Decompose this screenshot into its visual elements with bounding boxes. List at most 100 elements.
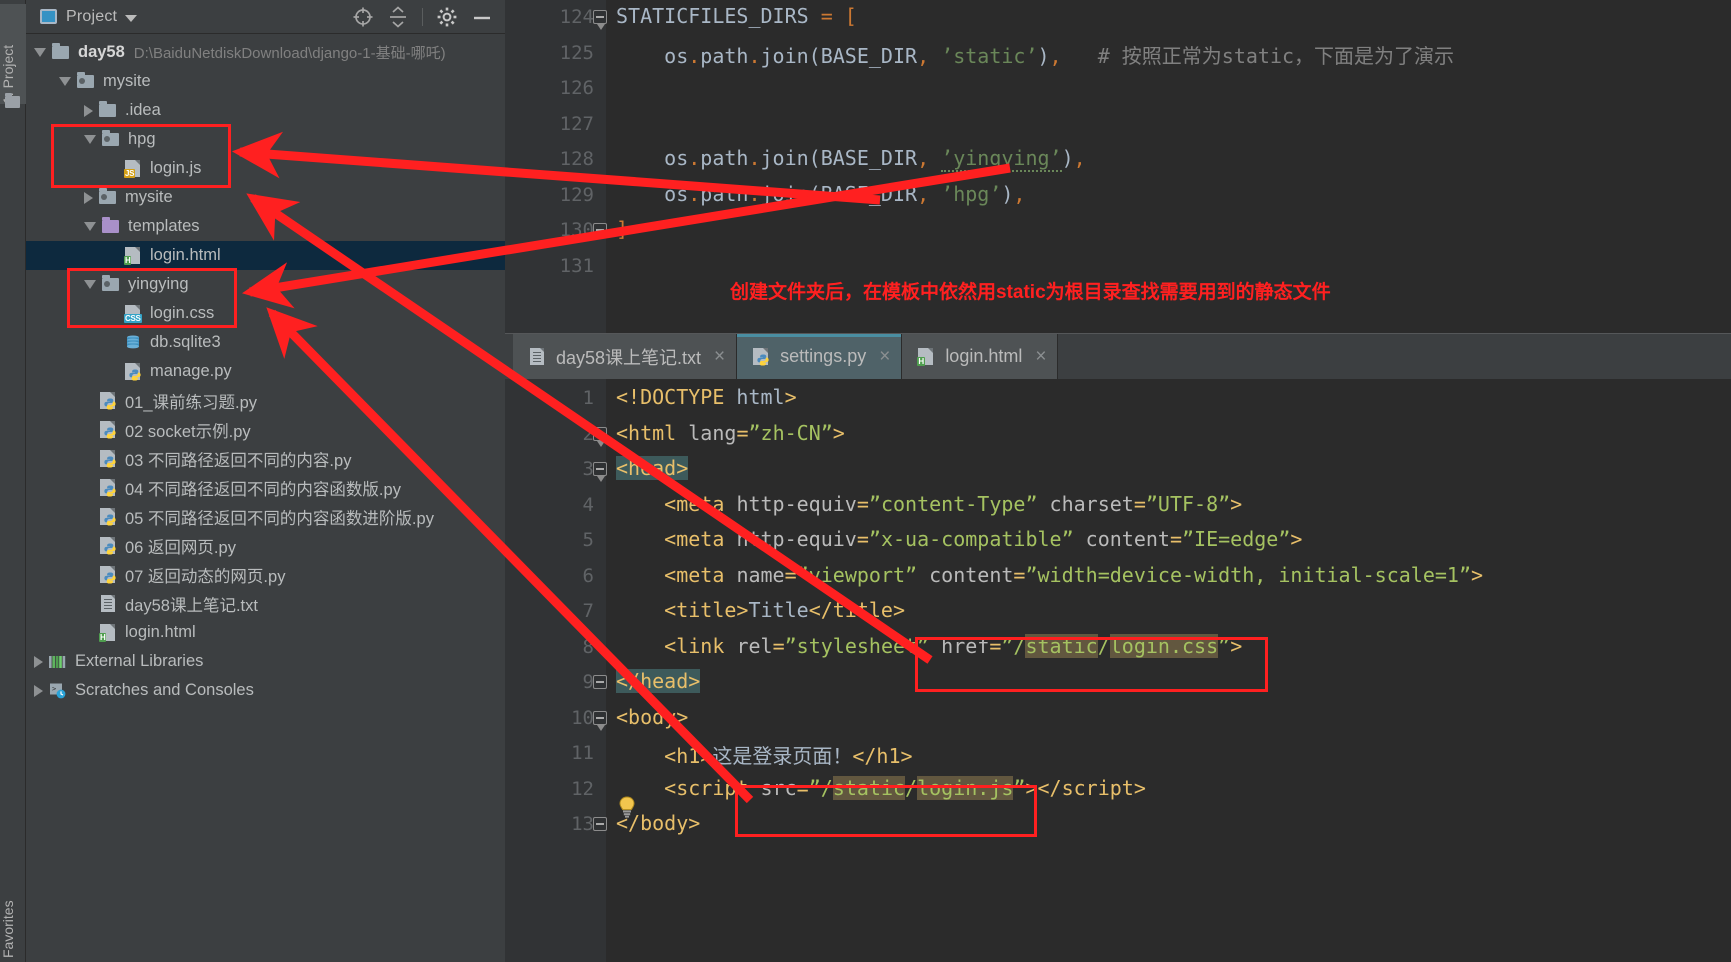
file-py-icon xyxy=(98,478,118,497)
chevron-down-icon[interactable] xyxy=(125,14,138,22)
code-line: <script src=”/static/login.js”></script> xyxy=(664,775,1146,800)
code-fold-toggle[interactable] xyxy=(593,710,607,731)
code-line: STATICFILES_DIRS = [ xyxy=(616,4,857,28)
chevron-down-icon[interactable] xyxy=(84,280,96,289)
project-tree[interactable]: day58 D:\BaiduNetdiskDownload\django-1-基础… xyxy=(26,34,505,705)
chevron-right-icon[interactable] xyxy=(34,684,43,697)
line-number: 6 xyxy=(582,564,594,587)
tree-row[interactable]: JS login.js xyxy=(26,154,505,183)
editor-tab-label: day58课上笔记.txt xyxy=(556,347,702,368)
tree-row-label: yingying xyxy=(128,275,189,293)
line-number: 8 xyxy=(582,635,594,658)
chevron-right-icon[interactable] xyxy=(34,655,43,668)
tree-row-label: db.sqlite3 xyxy=(150,333,221,351)
code-line: os.path.join(BASE_DIR, ’hpg’), xyxy=(616,181,1026,206)
tree-row-label: mysite xyxy=(125,188,173,206)
intention-bulb-icon[interactable] xyxy=(618,796,636,818)
tree-row-label: .idea xyxy=(125,101,161,119)
tree-row[interactable]: mysite xyxy=(26,67,505,96)
tree-row[interactable]: 06 返回网页.py xyxy=(26,531,505,560)
folder-purple-icon xyxy=(101,217,121,236)
tree-row[interactable]: 03 不同路径返回不同的内容.py xyxy=(26,444,505,473)
tree-row[interactable]: 05 不同路径返回不同的内容函数进阶版.py xyxy=(26,502,505,531)
tree-row[interactable]: 02 socket示例.py xyxy=(26,415,505,444)
code-line: <!DOCTYPE html> xyxy=(616,385,797,409)
gear-icon[interactable] xyxy=(436,6,458,28)
tree-row[interactable]: CSS login.css xyxy=(26,299,505,328)
tree-row-label: mysite xyxy=(103,72,151,90)
tree-row[interactable]: templates xyxy=(26,212,505,241)
tree-row[interactable]: mysite xyxy=(26,183,505,212)
collapse-all-icon[interactable] xyxy=(387,5,409,28)
tree-row[interactable]: 07 返回动态的网页.py xyxy=(26,560,505,589)
tree-row[interactable]: day58 D:\BaiduNetdiskDownload\django-1-基础… xyxy=(26,38,505,67)
code-fold-toggle[interactable] xyxy=(593,10,607,30)
code-fold-toggle[interactable] xyxy=(593,462,607,482)
line-number: 12 xyxy=(571,777,594,800)
ide-window: 1: Project Favorites Project day58 D:\Ba… xyxy=(0,0,1731,962)
project-icon xyxy=(40,9,57,24)
code-fold-toggle[interactable] xyxy=(593,817,607,831)
code-fold-toggle[interactable] xyxy=(593,675,607,689)
tree-row[interactable]: Hlogin.html xyxy=(26,241,505,270)
tree-row-path: D:\BaiduNetdiskDownload\django-1-基础-哪吒) xyxy=(133,45,446,62)
tool-button-favorites[interactable]: Favorites xyxy=(0,866,26,958)
tree-row[interactable]: manage.py xyxy=(26,357,505,386)
file-py-icon xyxy=(98,391,118,410)
tree-row[interactable]: .idea xyxy=(26,96,505,125)
line-number: 10 xyxy=(571,706,594,729)
tree-row[interactable]: hpg xyxy=(26,125,505,154)
code-fold-toggle[interactable] xyxy=(593,223,607,237)
code-line: <head> xyxy=(616,456,689,480)
close-icon[interactable]: × xyxy=(714,346,725,368)
tree-row[interactable]: 01_课前练习题.py xyxy=(26,386,505,415)
close-icon[interactable]: × xyxy=(879,346,890,368)
close-icon[interactable]: × xyxy=(1035,346,1046,368)
tree-row[interactable]: > Scratches and Consoles xyxy=(26,676,505,705)
project-panel-header: Project xyxy=(26,0,505,34)
code-line: <meta name=”viewport” content=”width=dev… xyxy=(664,562,1484,587)
line-number: 11 xyxy=(571,742,594,764)
tree-row[interactable]: db.sqlite3 xyxy=(26,328,505,357)
tree-row[interactable]: 04 不同路径返回不同的内容函数版.py xyxy=(26,473,505,502)
tree-row-label: 07 返回动态的网页.py xyxy=(125,567,286,586)
tool-button-project[interactable]: 1: Project xyxy=(0,4,26,104)
folder-module-icon xyxy=(98,188,118,207)
editor-gutter-bottom: 1 2 3 4 5 6 7 8 9 10 11 12 13 xyxy=(505,379,607,962)
code-line: <html lang=”zh-CN”> xyxy=(616,420,845,445)
editor-tab-bar[interactable]: day58课上笔记.txt × settings.py × Hlogin.html × xyxy=(505,334,1731,379)
editor-tab[interactable]: settings.py × xyxy=(737,334,903,379)
editor-tab[interactable]: day58课上笔记.txt × xyxy=(513,334,738,379)
target-icon[interactable] xyxy=(352,6,374,28)
chevron-right-icon[interactable] xyxy=(84,191,93,204)
line-number: 131 xyxy=(559,254,594,277)
tree-row[interactable]: yingying xyxy=(26,270,505,299)
chevron-right-icon[interactable] xyxy=(84,104,93,117)
editor-code-bottom[interactable]: <!DOCTYPE html> <html lang=”zh-CN”> <head>… xyxy=(606,379,1731,962)
editor-settings-py[interactable]: 124 125 126 127 128 129 130 131 STATICFILES_DIR… xyxy=(505,0,1731,333)
editor-tab[interactable]: Hlogin.html × xyxy=(902,334,1059,379)
line-number: 4 xyxy=(582,493,594,516)
minimize-icon[interactable] xyxy=(471,6,493,28)
project-tool-window: Project day58 D:\BaiduNetdiskDownload\dja… xyxy=(26,0,505,962)
chevron-down-icon[interactable] xyxy=(84,222,96,231)
code-line: <meta http-equiv=”content-Type” charset=… xyxy=(664,491,1243,516)
tree-row[interactable]: day58课上笔记.txt xyxy=(26,589,505,618)
folder-plain-icon xyxy=(51,43,71,62)
tree-row[interactable]: External Libraries xyxy=(26,647,505,676)
file-py-icon xyxy=(98,565,118,584)
file-py-icon xyxy=(98,449,118,468)
editor-login-html[interactable]: 1 2 3 4 5 6 7 8 9 10 11 12 13 <!DOCTYPE html> <html l… xyxy=(505,379,1731,962)
code-line: os.path.join(BASE_DIR, ’yingying’), xyxy=(616,146,1086,172)
chevron-down-icon[interactable] xyxy=(34,48,46,57)
file-css-icon: CSS xyxy=(123,304,143,323)
folder-module-icon xyxy=(101,275,121,294)
tree-row-label: hpg xyxy=(128,130,156,148)
code-fold-toggle[interactable] xyxy=(593,426,607,447)
folder-icon[interactable] xyxy=(5,93,20,108)
chevron-down-icon[interactable] xyxy=(84,135,96,144)
chevron-down-icon[interactable] xyxy=(59,77,71,86)
file-py-icon xyxy=(98,420,118,439)
tree-row[interactable]: Hlogin.html xyxy=(26,618,505,647)
tree-row-label: 04 不同路径返回不同的内容函数版.py xyxy=(125,480,401,499)
